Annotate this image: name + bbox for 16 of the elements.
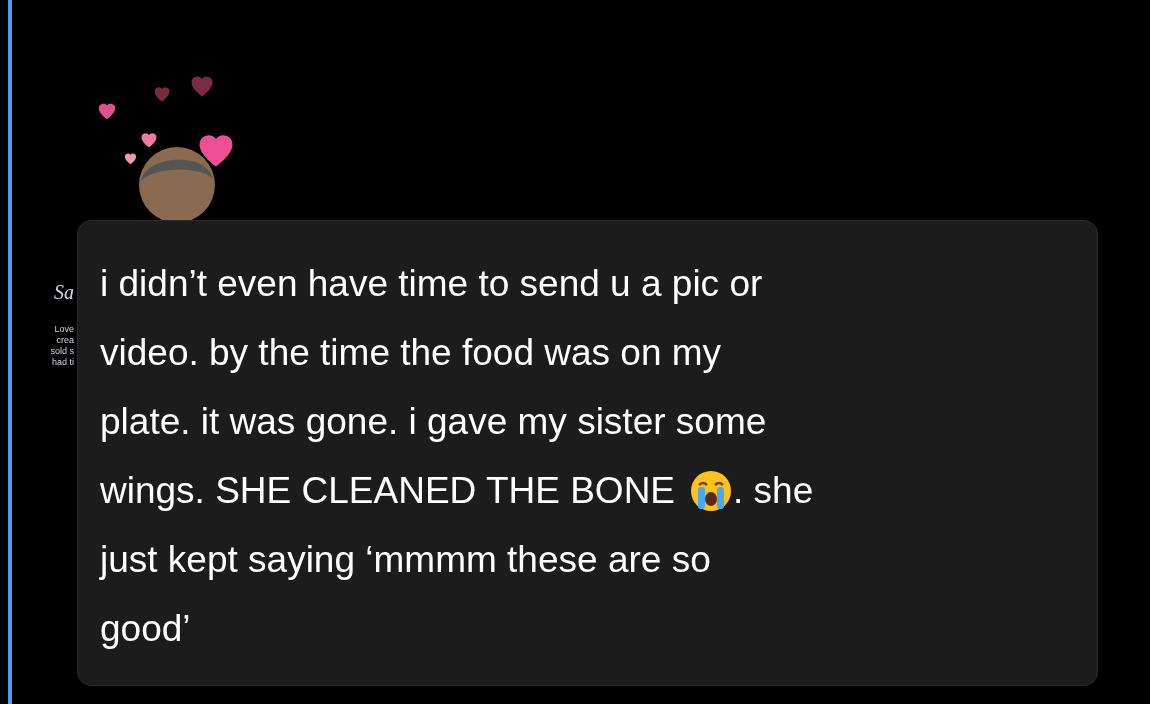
- message-text: . she: [733, 468, 814, 513]
- heart-icon: [123, 151, 138, 166]
- message-text: wings. SHE CLEANED THE BONE: [100, 468, 676, 513]
- heart-icon: [139, 130, 159, 150]
- post-text: sold s: [50, 346, 74, 357]
- message-text: just kept saying ‘mmmm these are so: [100, 537, 711, 582]
- message-text: plate. it was gone. i gave my sister some: [100, 399, 767, 444]
- post-title: Sa: [54, 282, 74, 302]
- heart-icon: [152, 84, 172, 104]
- post-text: Love: [54, 324, 74, 335]
- crying-face-icon: [689, 468, 734, 513]
- post-text: crea: [56, 335, 74, 346]
- message-text: video. by the time the food was on my: [100, 330, 722, 375]
- message-text: good’: [100, 606, 191, 651]
- post-text: had ti: [51, 357, 74, 368]
- message-text: i didn’t even have time to send u a pic or: [100, 261, 763, 306]
